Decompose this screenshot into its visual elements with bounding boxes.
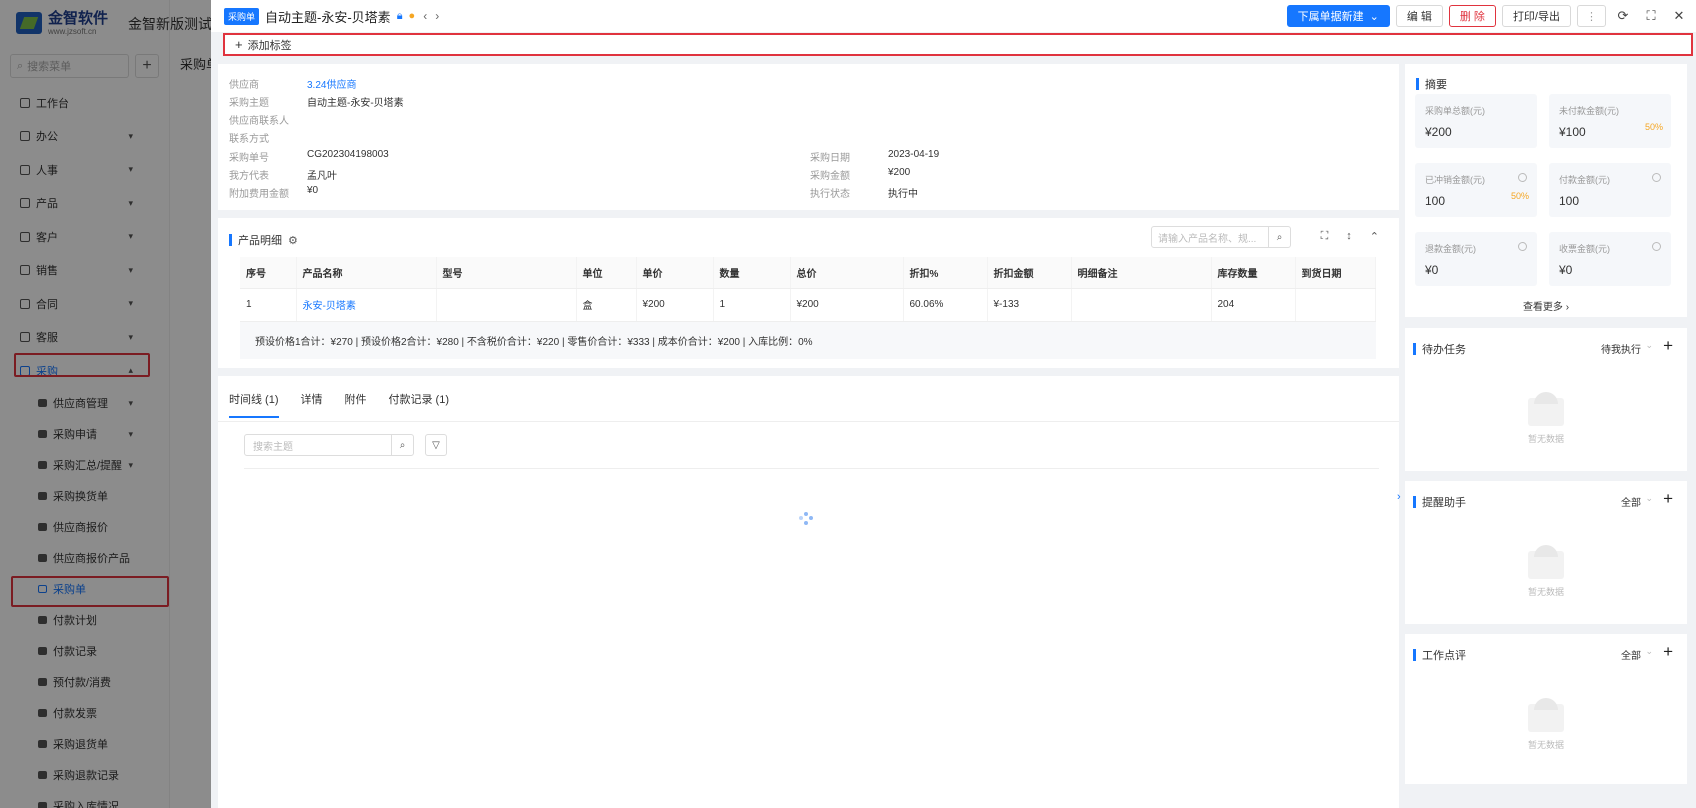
stat-refund: 退款金额(元) ¥0 [1415,232,1537,286]
sort-icon[interactable]: ↕ [1346,230,1352,243]
info-contact: 供应商联系人 [229,116,289,127]
stat-written-off: 已冲销金额(元) 100 50% [1415,163,1537,217]
product-detail-card: 产品明细 ⚙ 请输入产品名称、规... ⌕ ⛶ ↕ ⌃ 序号 产品名称 型号 单… [218,218,1399,368]
stat-total: 采购单总额(元) ¥200 [1415,94,1537,148]
col-header: 单价 [636,257,714,289]
empty-box-icon [1528,545,1564,579]
info-extra-fee: 附加费用金额 ¥0 [229,185,319,200]
filter-icon[interactable]: ▽ [425,434,447,456]
section-title: 摘要 [1416,76,1447,92]
chevron-right-icon[interactable]: › [435,9,439,23]
col-header: 序号 [240,257,297,289]
basic-info-card: 供应商 3.24供应商 采购主题 自动主题-永安-贝塔素 供应商联系人 联系方式 采… [218,64,1399,210]
lock-icon[interactable]: 🔒︎ [397,10,403,23]
info-method: 联系方式 [229,134,269,145]
col-header: 折扣金额 [987,257,1072,289]
product-name-link[interactable]: 永安-贝塔素 [296,288,437,322]
info-supplier: 供应商 3.24供应商 [229,76,356,91]
review-filter-select[interactable]: 全部 [1621,647,1641,662]
col-header: 数量 [713,257,791,289]
search-icon[interactable]: ⌕ [391,435,413,455]
settings-icon[interactable]: ⚙ [288,234,298,247]
empty-box-icon [1528,392,1564,426]
doc-type-badge: 采购单 [224,7,260,25]
stat-paid: 付款金额(元) 100 [1549,163,1671,217]
summary-card: 摘要 采购单总额(元) ¥200 未付款金额(元) ¥100 50% 已冲销金额… [1405,64,1687,317]
info-amount: 采购金额 ¥200 [810,167,911,182]
col-header: 产品名称 [296,257,437,289]
chevron-down-icon: ⌄ [1645,340,1653,350]
add-reminder-button[interactable]: + [1663,489,1673,509]
collapse-icon[interactable]: ⌃ [1370,230,1379,243]
info-icon[interactable] [1652,242,1661,251]
chevron-down-icon: ⌄ [1645,493,1653,503]
chevron-right-icon[interactable]: › [1397,491,1401,503]
divider [218,421,1399,422]
more-button[interactable]: ⋮ [1577,5,1606,27]
col-header: 明细备注 [1071,257,1212,289]
product-table: 序号 产品名称 型号 单位 单价 数量 总价 折扣% 折扣金额 明细备注 库存数… [240,257,1376,322]
info-icon[interactable] [1518,173,1527,182]
col-header: 库存数量 [1211,257,1296,289]
stat-unpaid: 未付款金额(元) ¥100 50% [1549,94,1671,148]
info-icon[interactable] [1518,242,1527,251]
stat-invoice: 收票金额(元) ¥0 [1549,232,1671,286]
plus-icon: + [235,37,243,52]
fullscreen-icon[interactable]: ⛶ [1640,8,1662,24]
table-row: 1 永安-贝塔素 盒 ¥200 1 ¥200 60.06% ¥-133 204 [240,288,1376,322]
info-status: 执行状态 执行中 [810,189,918,200]
info-subject: 采购主题 自动主题-永安-贝塔素 [229,98,404,109]
info-date: 采购日期 2023-04-19 [810,149,940,164]
loading-spinner-icon [799,512,813,526]
table-header-row: 序号 产品名称 型号 单位 单价 数量 总价 折扣% 折扣金额 明细备注 库存数… [240,257,1376,289]
chevron-left-icon[interactable]: ‹ [423,9,427,23]
empty-state: 暂无数据 [1405,392,1687,445]
todo-panel: 待办任务 待我执行 ⌄ + 暂无数据 [1405,328,1687,471]
section-title: 产品明细 ⚙ [229,232,298,248]
product-search-input[interactable]: 请输入产品名称、规... ⌕ [1151,226,1291,248]
chevron-down-icon: ⌄ [1645,646,1653,656]
timeline-search-input[interactable]: 搜索主题 ⌕ [244,434,414,456]
tab-timeline[interactable]: 时间线 (1) [229,376,279,422]
add-review-button[interactable]: + [1663,642,1673,662]
col-header: 单位 [576,257,637,289]
divider [244,468,1379,469]
page-title: 自动主题-永安-贝塔素 [265,9,391,25]
col-header: 到货日期 [1295,257,1376,289]
search-icon[interactable]: ⌕ [1268,227,1290,247]
tab-payment-records[interactable]: 付款记录 (1) [389,376,450,422]
delete-button[interactable]: 删 除 [1448,5,1496,27]
expand-icon[interactable]: ⛶ [1321,230,1329,243]
supplier-link[interactable]: 3.24供应商 [307,76,356,91]
drawer-header: 采购单 自动主题-永安-贝塔素 🔒︎ ● ‹ › 下属单据新建 ⌄ 编 辑 删 除… [211,0,1696,32]
empty-box-icon [1528,698,1564,732]
activity-card: 时间线 (1) 详情 附件 付款记录 (1) 搜索主题 ⌕ ▽ [218,376,1399,808]
col-header: 总价 [790,257,904,289]
tab-attachments[interactable]: 附件 [345,376,367,422]
refresh-icon[interactable]: ⟳ [1612,8,1634,24]
close-icon[interactable]: ✕ [1668,8,1690,24]
reminder-filter-select[interactable]: 全部 [1621,494,1641,509]
chevron-down-icon: ⌄ [1369,10,1379,23]
edit-button[interactable]: 编 辑 [1395,5,1443,27]
detail-drawer: 采购单 自动主题-永安-贝塔素 🔒︎ ● ‹ › 下属单据新建 ⌄ 编 辑 删 除… [211,0,1696,808]
sub-document-new-button[interactable]: 下属单据新建 ⌄ [1286,5,1390,27]
empty-state: 暂无数据 [1405,545,1687,598]
price-summary: 预设价格1合计：¥270 | 预设价格2合计：¥280 | 不含税价合计：¥22… [240,322,1376,359]
star-icon[interactable]: ● [409,10,416,22]
col-header: 折扣% [903,257,988,289]
info-number: 采购单号 CG202304198003 [229,149,389,164]
tab-details[interactable]: 详情 [301,376,323,422]
empty-state: 暂无数据 [1405,698,1687,751]
add-todo-button[interactable]: + [1663,336,1673,356]
info-icon[interactable] [1652,173,1661,182]
review-panel: 工作点评 全部 ⌄ + 暂无数据 [1405,634,1687,784]
reminder-panel: 提醒助手 全部 ⌄ + 暂无数据 [1405,481,1687,624]
print-export-button[interactable]: 打印/导出 [1501,5,1571,27]
col-header: 型号 [436,257,577,289]
info-rep: 我方代表 孟凡叶 [229,171,337,182]
see-more-link[interactable]: 查看更多 › [1405,298,1687,313]
add-tag-bar[interactable]: + 添加标签 [223,33,1693,56]
todo-filter-select[interactable]: 待我执行 [1601,341,1641,356]
